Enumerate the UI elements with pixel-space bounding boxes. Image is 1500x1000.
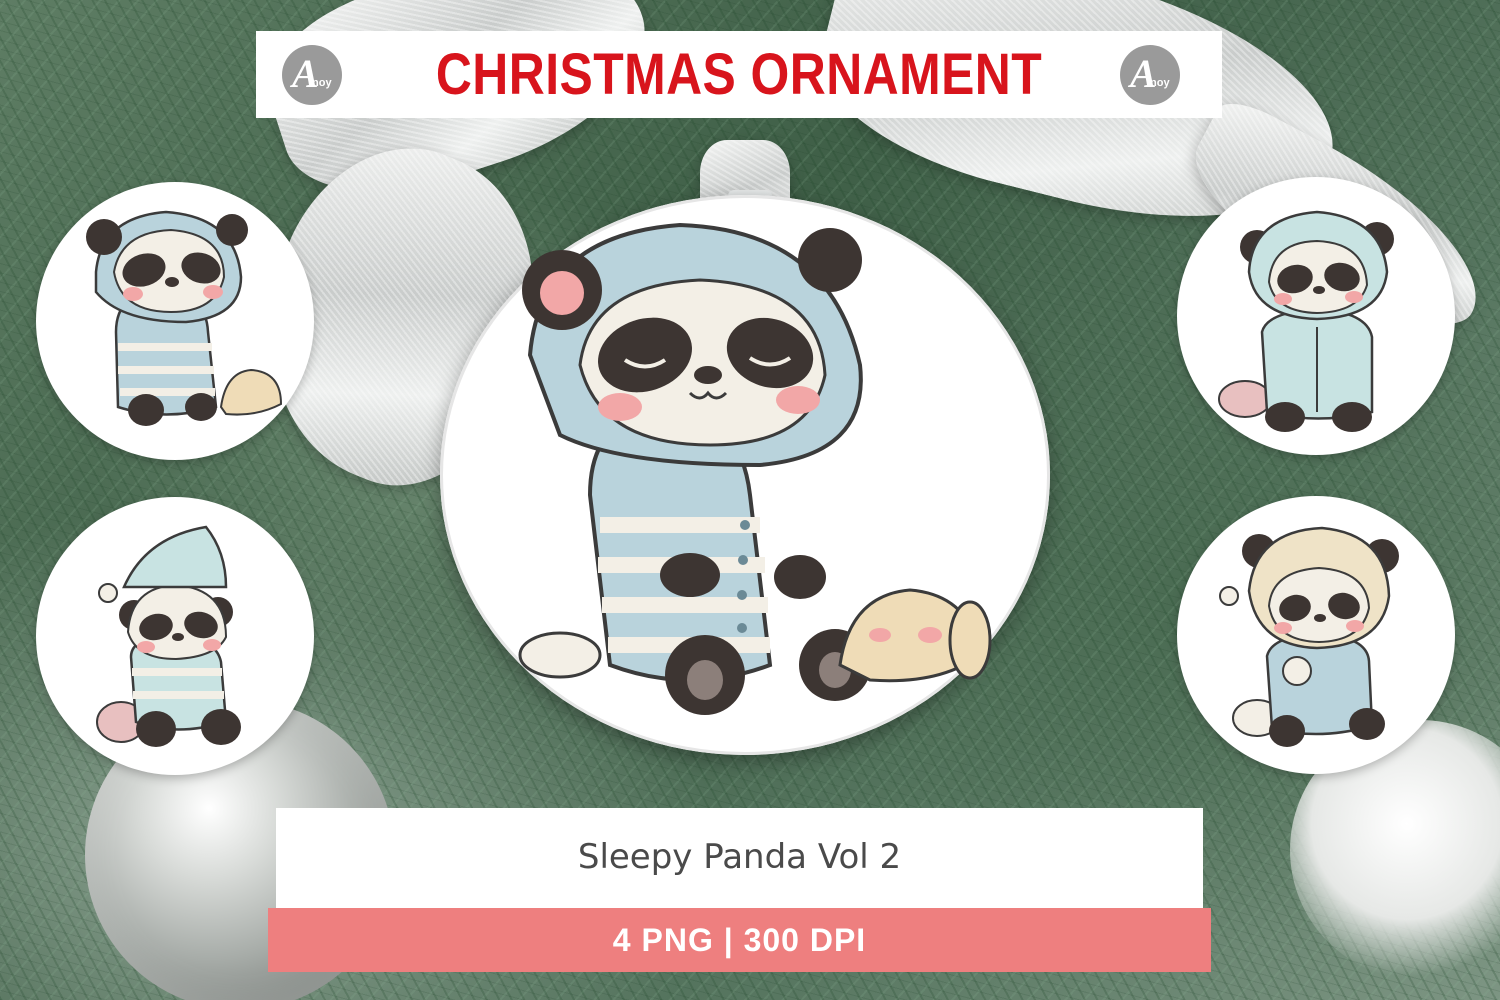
title-banner: A noy CHRISTMAS ORNAMENT A noy <box>256 31 1222 118</box>
ornament-top-left <box>36 182 314 460</box>
panda-illustration-bottom-left <box>96 525 241 747</box>
logo-wordmark: noy <box>1150 77 1170 89</box>
panda-illustration-bottom-right <box>1219 526 1399 747</box>
ornament-bottom-left <box>36 497 314 775</box>
product-name: Sleepy Panda Vol 2 <box>577 837 902 877</box>
logo-glyph: A <box>292 51 319 96</box>
panda-illustration-top-right <box>1218 210 1394 432</box>
ornament-main <box>440 195 1050 755</box>
ornament-bottom-right <box>1177 496 1455 774</box>
product-name-box: Sleepy Panda Vol 2 <box>276 808 1203 908</box>
logo-glyph: A <box>1130 51 1157 96</box>
brand-logo-right: A noy <box>1120 45 1180 105</box>
ornament-top-right <box>1177 177 1455 455</box>
panda-illustration-top-left <box>86 210 283 426</box>
panda-illustration-main <box>518 222 992 715</box>
page-title: CHRISTMAS ORNAMENT <box>435 42 1043 107</box>
spec-banner: 4 PNG | 300 DPI <box>268 908 1211 972</box>
product-specs: 4 PNG | 300 DPI <box>612 922 867 958</box>
